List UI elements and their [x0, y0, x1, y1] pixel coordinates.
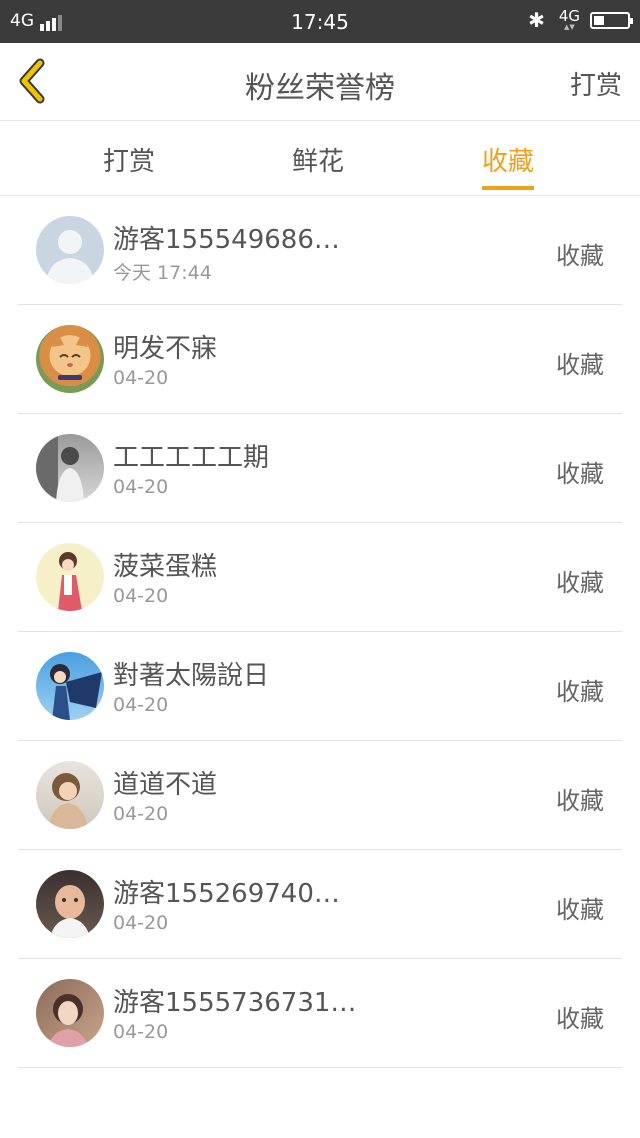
list-item[interactable]: 工工工工工期 04-20 收藏 [18, 414, 622, 523]
status-bar: 4G 17:45 ✱ 4G ▲▼ [0, 0, 640, 43]
action-label: 收藏 [556, 1005, 604, 1033]
activity-date: 04-20 [113, 912, 169, 934]
list-item[interactable]: 道道不道 04-20 收藏 [18, 741, 622, 850]
activity-date: 04-20 [113, 476, 169, 498]
list-item[interactable]: 對著太陽說日 04-20 收藏 [18, 632, 622, 741]
tab-flowers[interactable]: 鲜花 [292, 141, 344, 178]
list-item[interactable]: 游客155269740… 04-20 收藏 [18, 850, 622, 959]
activity-date: 04-20 [113, 694, 169, 716]
tab-tip[interactable]: 打赏 [103, 141, 155, 178]
activity-date: 今天 17:44 [113, 262, 212, 284]
tab-favorites[interactable]: 收藏 [482, 141, 535, 190]
user-name: 對著太陽說日 [113, 661, 270, 691]
activity-date: 04-20 [113, 367, 169, 389]
network-right-indicator: 4G ▲▼ [558, 7, 580, 31]
activity-date: 04-20 [113, 803, 169, 825]
page-title: 粉丝荣誉榜 [245, 71, 395, 106]
tab-bar: 打赏 鲜花 收藏 [0, 121, 640, 196]
navigation-header: 粉丝荣誉榜 打赏 [0, 43, 640, 121]
list-item[interactable]: 菠菜蛋糕 04-20 收藏 [18, 523, 622, 632]
user-name: 游客155549686… [113, 225, 340, 255]
list-item[interactable]: 明发不寐 04-20 收藏 [18, 305, 622, 414]
user-name: 工工工工工期 [113, 443, 270, 473]
active-tab-indicator [482, 186, 535, 190]
list-item[interactable]: 游客1555736731… 04-20 收藏 [18, 959, 622, 1068]
battery-icon [590, 11, 633, 29]
action-label: 收藏 [556, 351, 604, 379]
user-name: 游客155269740… [113, 879, 340, 909]
activity-date: 04-20 [113, 585, 169, 607]
portrait-avatar [36, 761, 104, 829]
activity-date: 04-20 [113, 1021, 169, 1043]
fan-list: 游客155549686… 今天 17:44 收藏 明发不寐 04-20 收藏 工… [18, 196, 622, 1068]
user-name: 菠菜蛋糕 [113, 552, 218, 582]
anime-girl-avatar [36, 543, 104, 611]
grayscale-photo-avatar [36, 434, 104, 502]
child-photo-avatar [36, 870, 104, 938]
selfie-photo-avatar [36, 979, 104, 1047]
user-name: 道道不道 [113, 770, 218, 800]
action-label: 收藏 [556, 460, 604, 488]
action-label: 收藏 [556, 896, 604, 924]
cat-avatar [36, 325, 104, 393]
action-label: 收藏 [556, 787, 604, 815]
action-label: 收藏 [556, 678, 604, 706]
user-name: 游客1555736731… [113, 988, 357, 1018]
anime-boy-avatar [36, 652, 104, 720]
default-user-avatar [36, 216, 104, 284]
action-label: 收藏 [556, 242, 604, 270]
list-item[interactable]: 游客155549686… 今天 17:44 收藏 [18, 196, 622, 305]
bluetooth-icon: ✱ [528, 8, 545, 32]
user-name: 明发不寐 [113, 334, 218, 364]
tip-button[interactable]: 打赏 [570, 65, 622, 102]
action-label: 收藏 [556, 569, 604, 597]
